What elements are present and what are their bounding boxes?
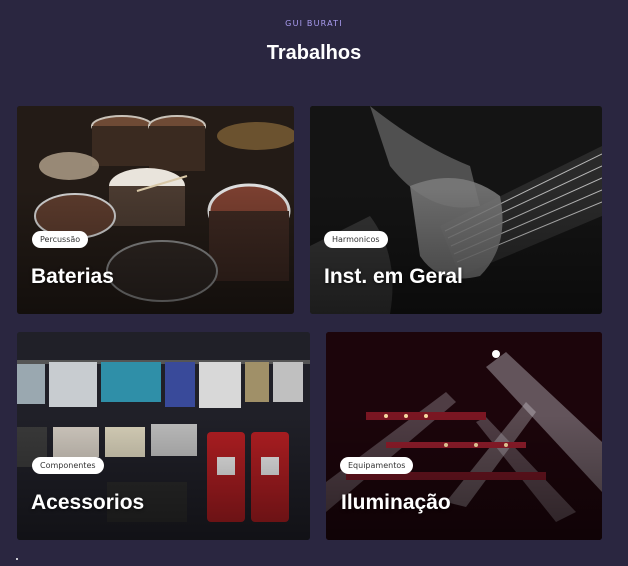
- card-tag: Componentes: [32, 457, 104, 474]
- card-acessorios[interactable]: Componentes Acessorios: [17, 332, 310, 540]
- card-baterias[interactable]: Percussão Baterias: [17, 106, 294, 314]
- card-title: Iluminação: [341, 491, 451, 514]
- card-tag: Harmonicos: [324, 231, 388, 248]
- card-inst-em-geral[interactable]: Harmonicos Inst. em Geral: [310, 106, 602, 314]
- card-tag: Equipamentos: [340, 457, 414, 474]
- card-title: Baterias: [31, 265, 114, 288]
- card-title: Acessorios: [31, 491, 145, 514]
- scroll-indicator: [16, 558, 18, 560]
- section-eyebrow: GUI BURATI: [285, 19, 343, 28]
- card-title: Inst. em Geral: [324, 265, 463, 288]
- card-tag: Percussão: [32, 231, 89, 248]
- section-title: Trabalhos: [266, 42, 362, 64]
- card-iluminacao[interactable]: Equipamentos Iluminação: [326, 332, 602, 540]
